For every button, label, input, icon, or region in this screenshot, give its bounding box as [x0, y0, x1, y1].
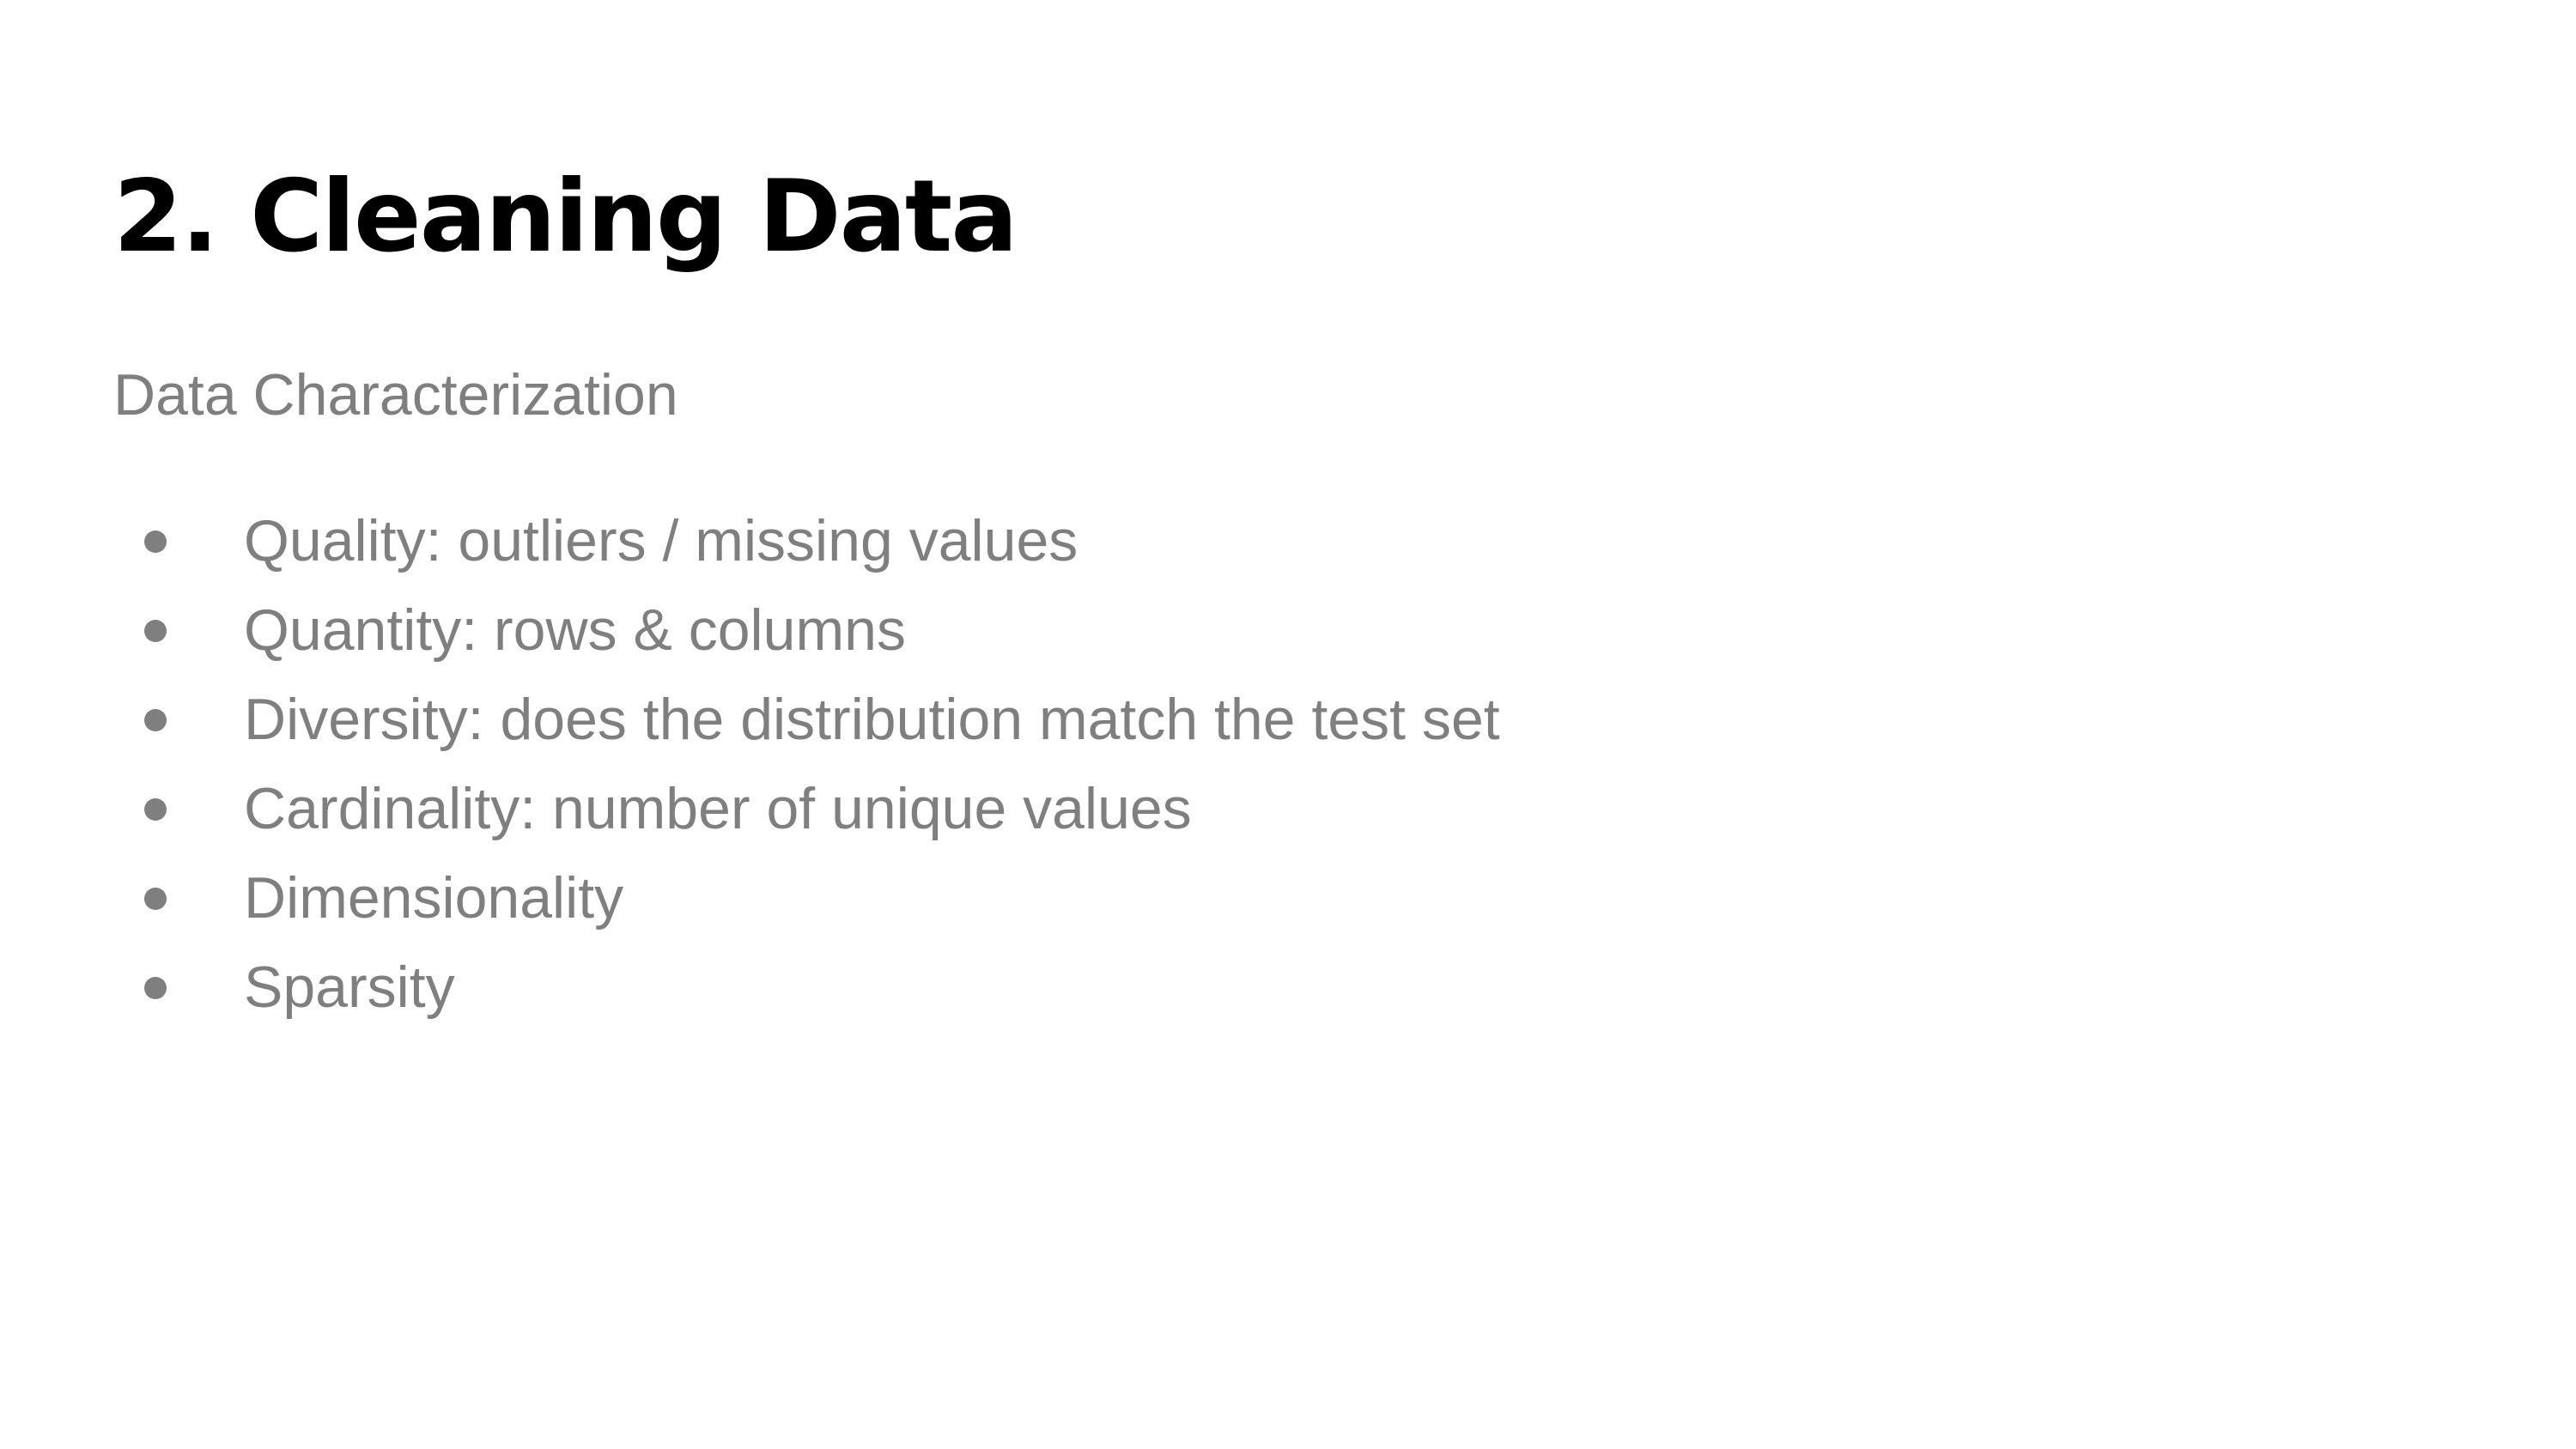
bullet-text: Diversity: does the distribution match t… [244, 687, 1500, 752]
bullet-icon [144, 530, 167, 553]
bullet-icon [144, 620, 167, 642]
bullet-text: Quality: outliers / missing values [244, 508, 1078, 573]
bullet-icon [144, 977, 167, 999]
bullet-text: Dimensionality [244, 865, 624, 931]
bullet-icon [144, 709, 167, 731]
bullet-icon [144, 888, 167, 910]
slide: 2. Cleaning Data Data Characterization Q… [0, 0, 2576, 1449]
slide-subtitle: Data Characterization [113, 362, 678, 427]
bullet-text: Cardinality: number of unique values [244, 776, 1192, 841]
bullet-text: Sparsity [244, 955, 455, 1020]
bullet-text: Quantity: rows & columns [244, 597, 906, 663]
slide-title: 2. Cleaning Data [113, 159, 1018, 275]
bullet-icon [144, 798, 167, 821]
